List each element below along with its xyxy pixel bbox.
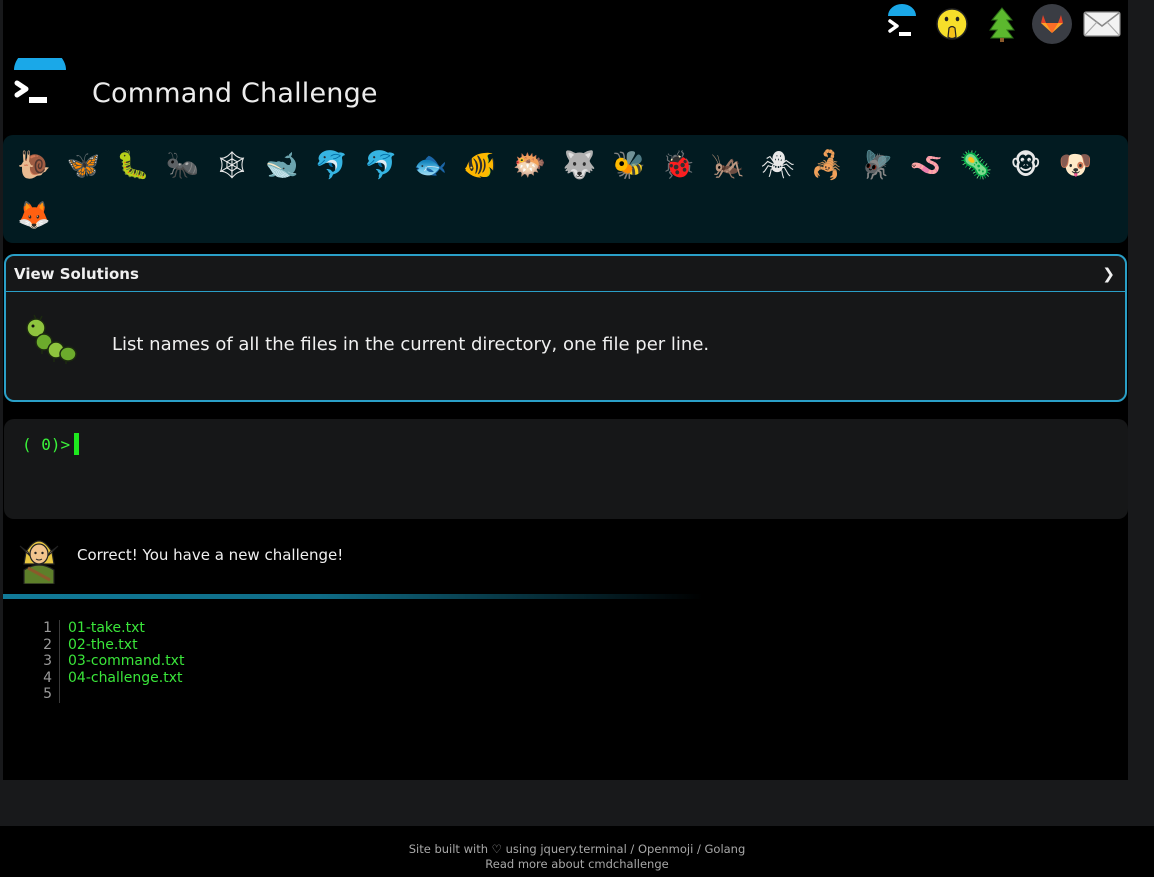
creature-fish-icon[interactable]: 🐟	[406, 140, 456, 190]
chevron-right-icon: ❯	[1102, 264, 1115, 283]
line-number: 1	[30, 620, 60, 637]
output-filename	[60, 686, 72, 703]
envelope-icon[interactable]	[1080, 2, 1124, 46]
output-filename: 01-take.txt	[68, 620, 145, 636]
creature-fly-icon[interactable]: 🪰	[852, 140, 902, 190]
output-line: 5	[30, 686, 184, 703]
creature-cricket-icon[interactable]: 🦗	[703, 140, 753, 190]
view-solutions-label: View Solutions	[14, 264, 139, 283]
creature-wolf-icon[interactable]: 🐺	[555, 140, 605, 190]
output-line: 3 03-command.txt	[30, 653, 184, 670]
elf-avatar-icon	[16, 530, 62, 585]
creature-fox-icon[interactable]: 🦊	[9, 190, 59, 240]
creature-monkey-face-icon[interactable]: 🐵	[1001, 140, 1051, 190]
app-logo-icon[interactable]	[12, 48, 68, 114]
challenge-description: List names of all the files in the curre…	[6, 292, 1125, 400]
solutions-panel: View Solutions ❯ List names of all the f…	[4, 254, 1127, 402]
divider	[3, 594, 703, 599]
creature-butterfly-icon[interactable]: 🦋	[59, 140, 109, 190]
creature-dolphin-gray-icon[interactable]: 🐬	[356, 140, 406, 190]
output-line: 4 04-challenge.txt	[30, 669, 184, 686]
page: Command Challenge 🐌 🦋 🐛 🐜 🕸 🐋 🐬 🐬 🐟 🐠 🐡 🐺 🐝 🐞 🦗 🕷 🦂 🪰 🪱 🦠 🐵 🐶…	[0, 0, 1154, 877]
line-number: 5	[30, 686, 60, 703]
output-filename: 02-the.txt	[68, 636, 138, 653]
creature-ant-icon[interactable]: 🐜	[158, 140, 208, 190]
terminal-prompt: ( 0)>	[22, 435, 71, 454]
creature-blowfish-icon[interactable]: 🐡	[505, 140, 555, 190]
footer: Site built with ♡ using jquery.terminal …	[0, 826, 1154, 877]
command-output: 1 01-take.txt 2 02-the.txt 3 03-command.txt 4 0…	[30, 620, 184, 703]
creature-scorpion-icon[interactable]: 🦂	[803, 140, 853, 190]
creature-microbe-icon[interactable]: 🦠	[951, 140, 1001, 190]
creature-dolphin-icon[interactable]: 🐬	[307, 140, 357, 190]
terminal-logo-icon[interactable]	[880, 2, 924, 46]
creature-bee-icon[interactable]: 🐝	[604, 140, 654, 190]
creature-caterpillar-icon[interactable]: 🐛	[108, 140, 158, 190]
line-number: 4	[30, 669, 60, 686]
evergreen-tree-icon[interactable]	[980, 2, 1024, 46]
footer-credits-link[interactable]: Site built with ♡ using jquery.terminal …	[409, 842, 746, 856]
view-solutions-toggle[interactable]: View Solutions ❯	[6, 256, 1125, 292]
output-filename: 04-challenge.txt	[68, 669, 183, 686]
creature-spider-icon[interactable]: 🕷	[753, 140, 803, 190]
caterpillar-icon	[22, 314, 82, 370]
line-number: 2	[30, 636, 60, 653]
status-message: Correct! You have a new challenge!	[77, 546, 344, 564]
creature-snail-icon[interactable]: 🐌	[9, 140, 59, 190]
creature-whale-icon[interactable]: 🐋	[257, 140, 307, 190]
page-title: Command Challenge	[92, 78, 378, 109]
top-icon-bar	[880, 0, 1124, 48]
right-gutter	[1128, 0, 1154, 826]
creature-dog-face-icon[interactable]: 🐶	[1050, 140, 1100, 190]
line-number: 3	[30, 653, 60, 670]
output-line: 1 01-take.txt	[30, 620, 184, 637]
challenge-text: List names of all the files in the curre…	[112, 334, 710, 355]
creature-worm-icon[interactable]: 🪱	[902, 140, 952, 190]
creature-lady-beetle-icon[interactable]: 🐞	[654, 140, 704, 190]
output-line: 2 02-the.txt	[30, 636, 184, 653]
gitlab-icon[interactable]	[1030, 2, 1074, 46]
shushing-face-icon[interactable]	[930, 2, 974, 46]
footer-about-link[interactable]: Read more about cmdchallenge	[485, 857, 668, 871]
creature-spider-web-icon[interactable]: 🕸	[207, 140, 257, 190]
output-filename: 03-command.txt	[68, 653, 185, 669]
terminal[interactable]: ( 0)>	[4, 419, 1128, 519]
challenge-creature-strip: 🐌 🦋 🐛 🐜 🕸 🐋 🐬 🐬 🐟 🐠 🐡 🐺 🐝 🐞 🦗 🕷 🦂 🪰 🪱 🦠 🐵 🐶 🦊	[3, 135, 1128, 243]
terminal-cursor[interactable]	[74, 433, 79, 455]
creature-tropical-fish-icon[interactable]: 🐠	[455, 140, 505, 190]
